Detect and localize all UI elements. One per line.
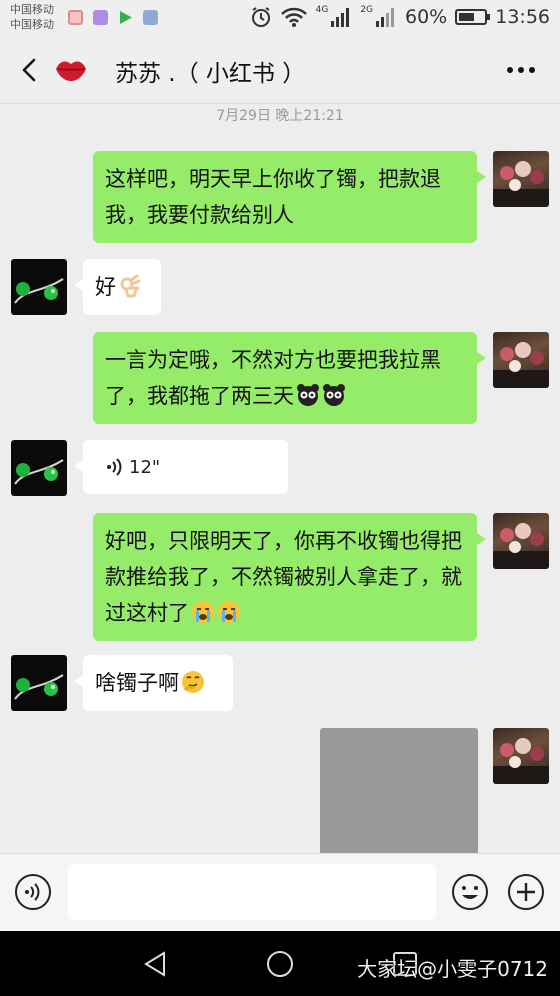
app-icon	[143, 10, 158, 25]
message-input[interactable]	[68, 864, 436, 920]
notification-icons	[68, 10, 158, 25]
message-text: 啥镯子啊	[95, 671, 179, 695]
lips-icon	[56, 61, 86, 81]
message-bubble-received[interactable]: 好	[74, 259, 161, 315]
battery-percent: 60%	[405, 6, 448, 28]
carrier-info: 中国移动 中国移动	[10, 2, 54, 32]
play-icon	[118, 10, 133, 25]
wifi-icon	[280, 7, 307, 27]
signal-icon-2	[376, 8, 394, 27]
thinking-face-emoji	[182, 671, 204, 693]
my-avatar[interactable]	[493, 151, 549, 207]
contact-avatar[interactable]	[11, 655, 67, 711]
contact-avatar[interactable]	[11, 440, 67, 496]
back-arrow-icon[interactable]	[16, 56, 44, 84]
contact-avatar[interactable]	[11, 259, 67, 315]
crying-face-emoji	[192, 601, 214, 623]
gallery-icon	[93, 10, 108, 25]
voice-wave-icon	[107, 458, 122, 476]
more-icon[interactable]	[506, 66, 536, 74]
message-text: 好吧，只限明天了，你再不收镯也得把款推给我了，不然镯被别人拿走了，就过这村了	[105, 529, 462, 625]
voice-duration: 12"	[129, 456, 161, 478]
alarm-icon	[251, 7, 270, 27]
signal-icon-1	[331, 8, 350, 27]
message-bubble-sent[interactable]: 一言为定哦，不然对方也要把我拉黑了，我都拖了两三天	[93, 332, 486, 424]
voice-message[interactable]: 12"	[74, 440, 288, 494]
my-avatar[interactable]	[493, 513, 549, 569]
voice-input-icon[interactable]	[14, 873, 52, 911]
status-bar: 中国移动 中国移动 4G 2G 60% 13:56	[0, 0, 560, 38]
battery-icon	[455, 9, 491, 25]
my-avatar[interactable]	[493, 332, 549, 388]
system-nav-bar: 大家坛@小雯子0712	[0, 931, 560, 996]
panda-face-emoji	[323, 384, 345, 406]
chat-area[interactable]: 7月29日 晚上21:21 这样吧，明天早上你收了镯，把款退我，我要付款给别人 …	[0, 105, 560, 853]
crying-face-emoji	[218, 601, 240, 623]
message-text: 一言为定哦，不然对方也要把我拉黑了，我都拖了两三天	[105, 348, 441, 408]
image-message[interactable]	[320, 728, 478, 853]
my-avatar[interactable]	[493, 728, 549, 784]
carrier-1: 中国移动	[10, 3, 54, 16]
status-right: 4G 2G 60% 13:56	[250, 5, 550, 28]
net-type-2: 2G	[360, 5, 373, 15]
panda-face-emoji	[297, 384, 319, 406]
plus-icon[interactable]	[507, 873, 545, 911]
chat-header: 苏苏 .（ 小红书 ）	[0, 38, 560, 104]
clock: 13:56	[495, 6, 550, 28]
message-bubble-received[interactable]: 啥镯子啊	[74, 655, 233, 711]
smiley-icon[interactable]	[451, 873, 489, 911]
message-bubble-sent[interactable]: 这样吧，明天早上你收了镯，把款退我，我要付款给别人	[93, 151, 486, 243]
nav-home-icon[interactable]	[265, 949, 295, 979]
watermark: 大家坛@小雯子0712	[357, 957, 548, 981]
input-bar	[0, 853, 560, 931]
net-type-1: 4G	[315, 5, 329, 15]
message-text: 好	[95, 275, 116, 299]
ok-hand-emoji	[120, 274, 141, 298]
nav-back-icon[interactable]	[140, 949, 170, 979]
message-text: 这样吧，明天早上你收了镯，把款退我，我要付款给别人	[105, 167, 441, 227]
calendar-icon	[68, 10, 83, 25]
carrier-2: 中国移动	[10, 18, 54, 31]
message-timestamp: 7月29日 晚上21:21	[216, 108, 344, 124]
chat-title: 苏苏 .（ 小红书 ）	[115, 61, 306, 87]
message-bubble-sent[interactable]: 好吧，只限明天了，你再不收镯也得把款推给我了，不然镯被别人拿走了，就过这村了	[93, 513, 486, 641]
